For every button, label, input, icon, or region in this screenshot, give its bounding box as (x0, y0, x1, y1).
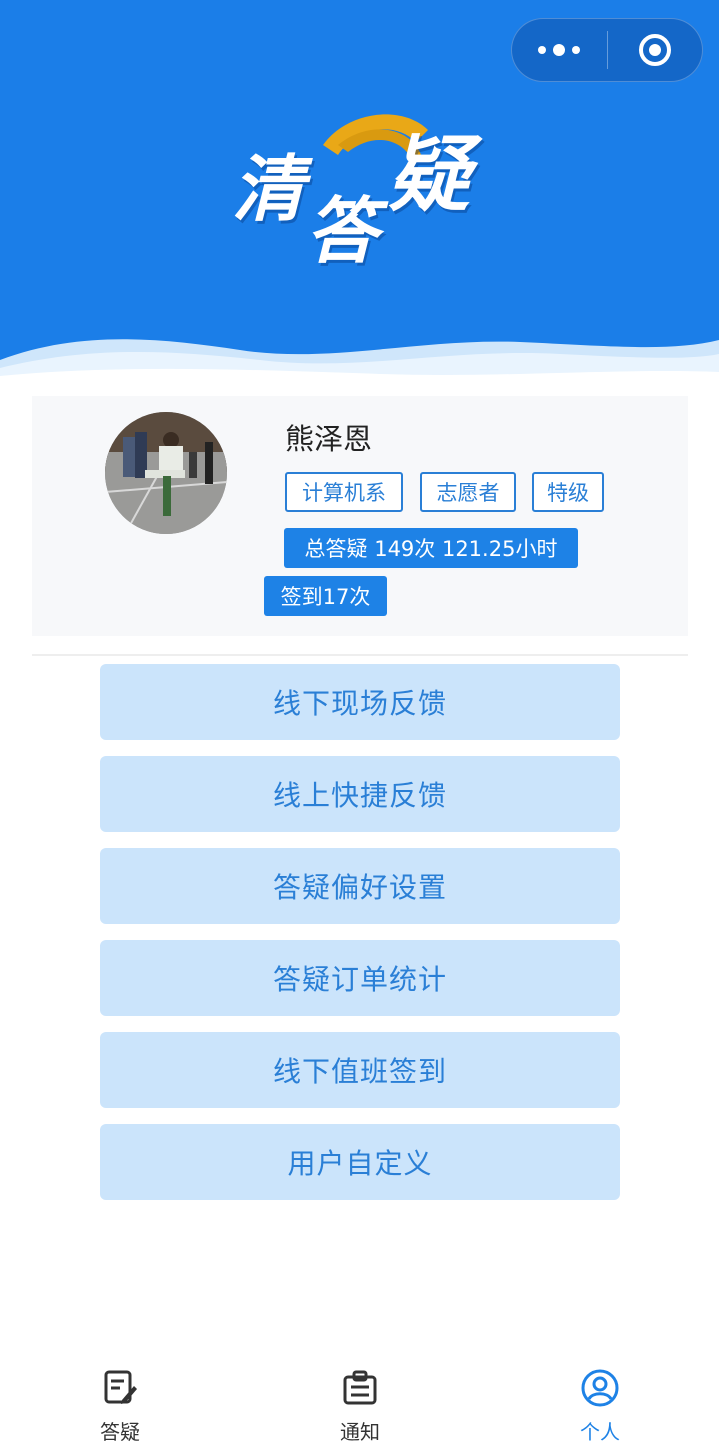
user-custom-button[interactable]: 用户自定义 (100, 1124, 620, 1200)
profile-card: 熊泽恩 计算机系 志愿者 特级 总答疑 149次 121.25小时 签到17次 (32, 396, 688, 636)
tab-notice-label: 通知 (340, 1420, 380, 1444)
avatar[interactable] (105, 412, 227, 534)
target-circle-icon (638, 34, 671, 66)
tab-notice[interactable]: 通知 (300, 1352, 420, 1456)
checkin-badge: 签到17次 (264, 576, 387, 616)
tag-department: 计算机系 (285, 472, 403, 512)
preference-settings-button[interactable]: 答疑偏好设置 (100, 848, 620, 924)
duty-checkin-button[interactable]: 线下值班签到 (100, 1032, 620, 1108)
more-button[interactable] (512, 19, 607, 81)
offline-feedback-button[interactable]: 线下现场反馈 (100, 664, 620, 740)
tab-answer-label: 答疑 (100, 1420, 140, 1444)
tab-profile-label: 个人 (580, 1420, 620, 1444)
header-banner: 清 答 疑 (0, 0, 719, 380)
tab-profile[interactable]: 个人 (540, 1352, 660, 1456)
logo-char-2: 答 (306, 188, 379, 273)
wave-divider (0, 339, 719, 380)
user-name: 熊泽恩 (285, 422, 373, 456)
edit-note-icon (104, 1370, 137, 1404)
tag-role: 志愿者 (420, 472, 516, 512)
user-circle-icon (581, 1369, 619, 1407)
online-feedback-button[interactable]: 线上快捷反馈 (100, 756, 620, 832)
stats-badge: 总答疑 149次 121.25小时 (284, 528, 578, 568)
logo-char-1: 清 (232, 146, 305, 231)
miniprogram-capsule (511, 18, 703, 82)
tab-bar: 答疑 通知 个人 (0, 1352, 719, 1456)
clipboard-icon (343, 1370, 377, 1405)
more-dots-icon (538, 44, 581, 56)
section-divider (32, 654, 688, 656)
tag-level: 特级 (532, 472, 604, 512)
logo-char-3: 疑 (388, 127, 470, 223)
tab-answer[interactable]: 答疑 (60, 1352, 180, 1456)
order-statistics-button[interactable]: 答疑订单统计 (100, 940, 620, 1016)
app-logo: 清 答 疑 (228, 100, 498, 273)
close-button[interactable] (608, 19, 703, 81)
